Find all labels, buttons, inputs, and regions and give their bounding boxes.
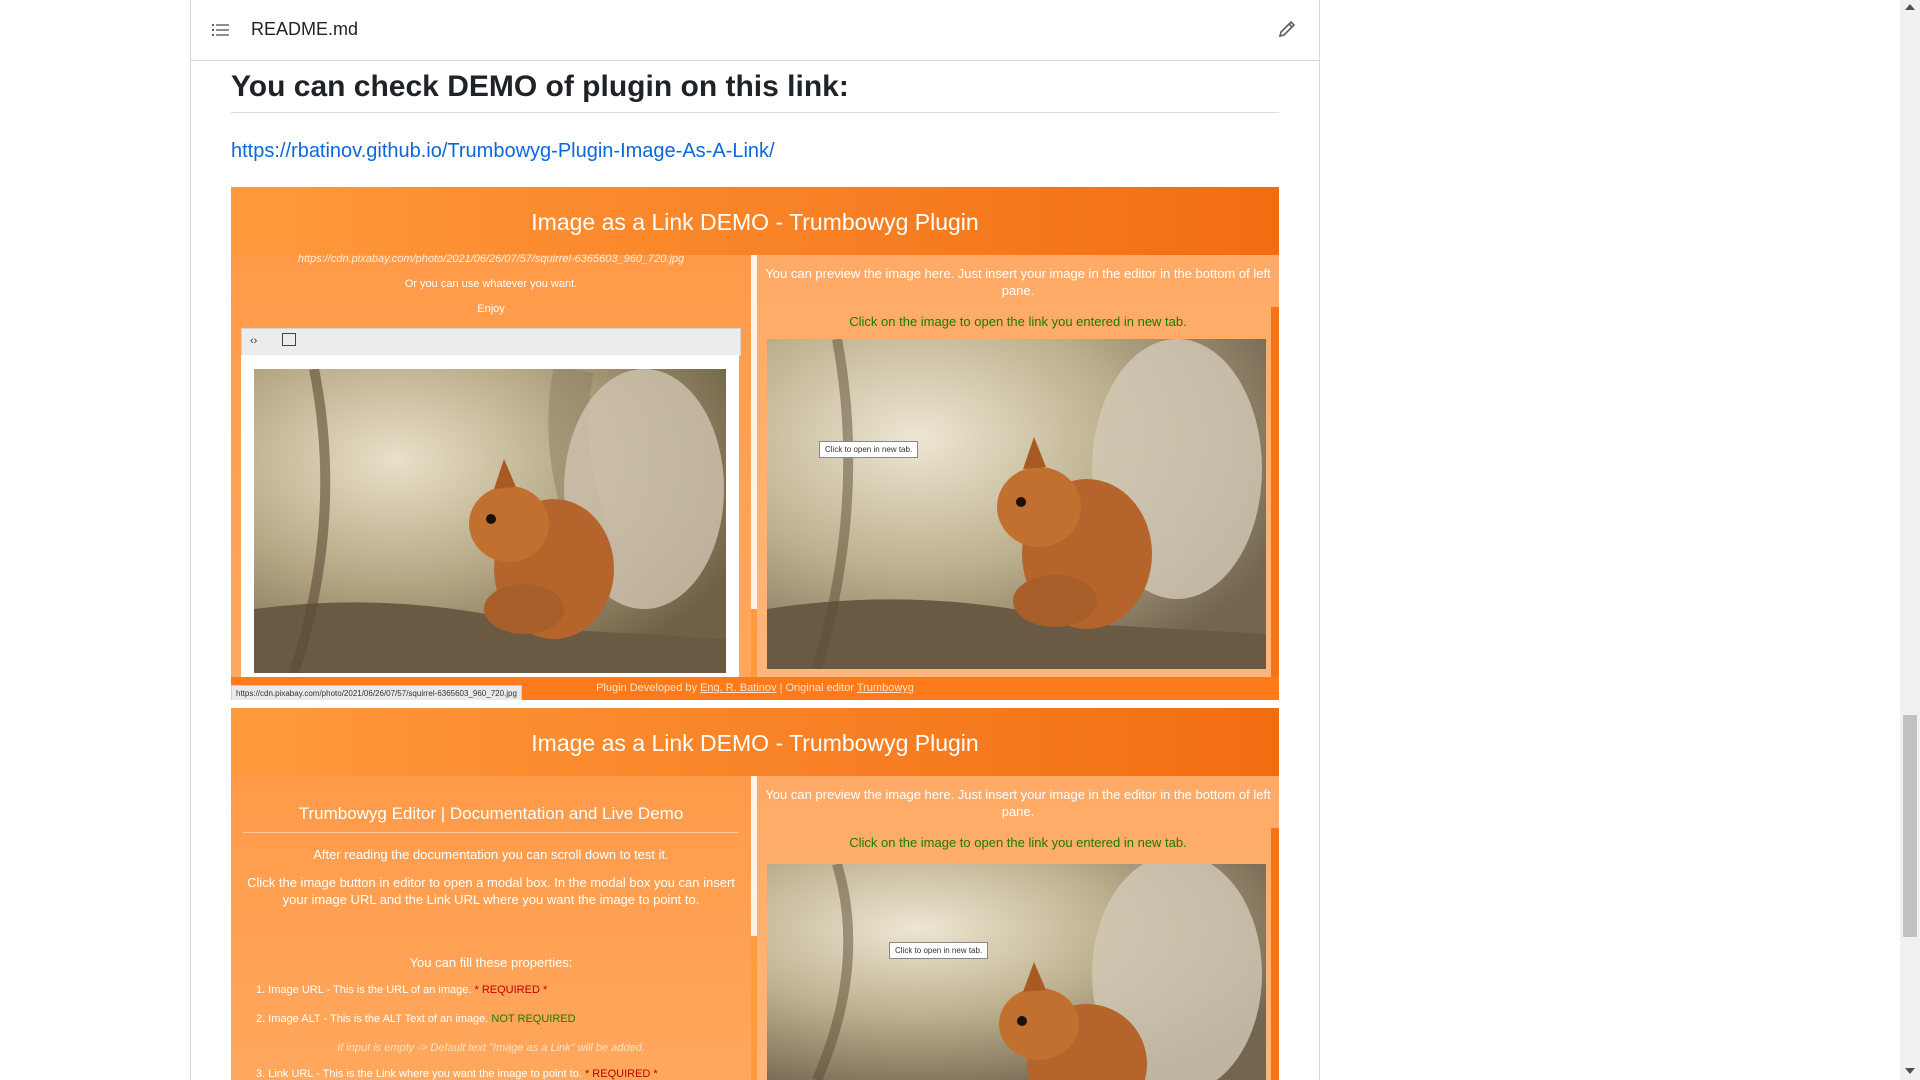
edge-bar (1271, 828, 1279, 1080)
footer-separator: | (779, 682, 783, 694)
footer-prefix: Plugin Developed by (596, 682, 697, 694)
page-scrollbar[interactable] (1900, 0, 1920, 1080)
preview-squirrel-image[interactable] (767, 864, 1266, 1080)
demo-screenshot-1[interactable]: Image as a Link DEMO - Trumbowyg Plugin … (231, 187, 1279, 700)
after-reading-text: After reading the documentation you can … (313, 847, 669, 862)
author-link[interactable]: Eng. R. Batinov (700, 682, 776, 694)
preview-pane: You can preview the image here. Just ins… (757, 776, 1279, 1080)
scroll-up-arrow-icon[interactable] (1905, 4, 1915, 10)
demo-title: Image as a Link DEMO - Trumbowyg Plugin (231, 708, 1279, 776)
editor-pane: https://cdn.pixabay.com/photo/2021/06/26… (231, 253, 751, 700)
documentation-pane: Trumbowyg Editor | Documentation and Liv… (231, 776, 751, 1080)
property-item-link-url: 3. Link URL - This is the Link where you… (256, 1068, 658, 1080)
scroll-down-arrow-icon[interactable] (1905, 1068, 1915, 1074)
code-icon[interactable]: ‹› (250, 335, 257, 347)
sample-url-text: https://cdn.pixabay.com/photo/2021/06/26… (297, 253, 685, 265)
alt-note: If input is empty -> Default text "Image… (337, 1042, 645, 1054)
or-text: Or you can use whatever you want. (404, 278, 578, 290)
readme-container: README.md You can check DEMO of plugin o… (190, 0, 1320, 1080)
editor-body[interactable] (241, 355, 739, 700)
demo-link[interactable]: https://rbatinov.github.io/Trumbowyg-Plu… (231, 140, 775, 163)
property-item-image-url: 1. Image URL - This is the URL of an ima… (256, 984, 548, 996)
status-url-bar: https://cdn.pixabay.com/photo/2021/06/26… (231, 685, 522, 700)
click-instruction: Click on the image to open the link you … (849, 314, 1187, 329)
squirrel-image[interactable] (254, 369, 726, 673)
doc-title: Trumbowyg Editor | Documentation and Liv… (298, 804, 684, 823)
preview-squirrel-image[interactable] (767, 339, 1266, 669)
demo-title: Image as a Link DEMO - Trumbowyg Plugin (231, 187, 1279, 255)
editor-toolbar: ‹› (241, 328, 741, 356)
trumbowyg-link[interactable]: Trumbowyg (857, 682, 914, 694)
preview-instruction: You can preview the image here. Just ins… (765, 787, 1271, 819)
tooltip: Click to open in new tab. (819, 441, 919, 458)
click-instructions-text: Click the image button in editor to open… (247, 875, 735, 907)
footer-editor-prefix: Original editor (785, 682, 854, 694)
doc-divider (243, 832, 739, 833)
preview-pane: You can preview the image here. Just ins… (757, 255, 1279, 677)
demo-screenshot-2[interactable]: Image as a Link DEMO - Trumbowyg Plugin … (231, 708, 1279, 1080)
readme-filename: README.md (251, 19, 359, 39)
readme-header: README.md (191, 0, 1319, 61)
fill-properties-text: You can fill these properties: (409, 955, 573, 970)
enjoy-text: Enjoy (477, 303, 505, 315)
scrollbar-thumb[interactable] (1903, 715, 1917, 937)
pencil-icon[interactable] (1276, 18, 1298, 40)
preview-instruction: You can preview the image here. Just ins… (765, 266, 1271, 298)
click-instruction: Click on the image to open the link you … (849, 835, 1187, 850)
list-unordered-icon[interactable] (211, 20, 231, 40)
image-icon[interactable] (282, 333, 296, 346)
section-heading: You can check DEMO of plugin on this lin… (231, 70, 1279, 113)
edge-bar (1271, 307, 1279, 677)
tooltip: Click to open in new tab. (889, 942, 989, 959)
property-item-image-alt: 2. Image ALT - This is the ALT Text of a… (256, 1013, 576, 1025)
